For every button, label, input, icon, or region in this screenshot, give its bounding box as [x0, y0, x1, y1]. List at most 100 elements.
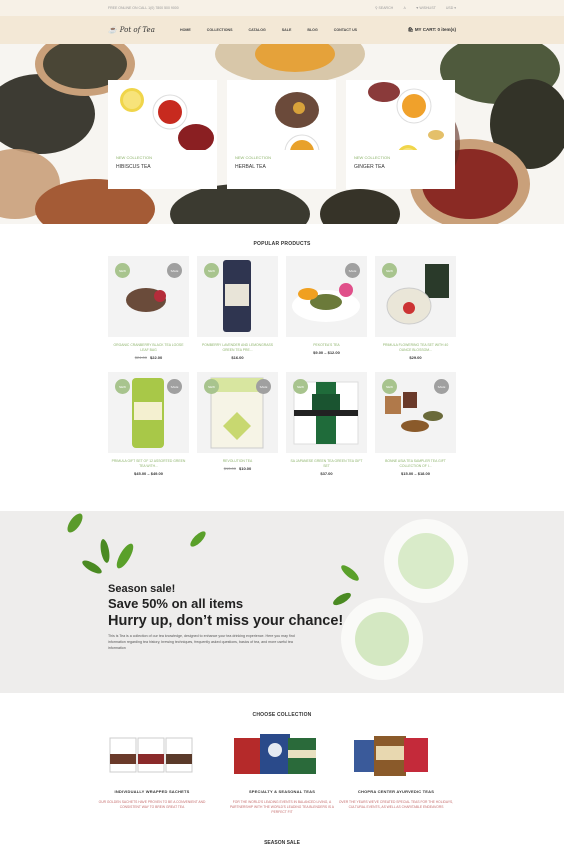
product-price: $15.00 – $18.00	[401, 471, 430, 476]
collection-description: FOR THE WORLD'S LEADING EVENTS IN BALANC…	[229, 800, 335, 814]
product-image[interactable]: NEW SALE	[108, 372, 189, 453]
promo-headline: Save 50% on all items	[108, 596, 244, 611]
product-image[interactable]: NEW	[286, 372, 367, 453]
product-name[interactable]: SA JAPANESE GREEN TEA GREEN TEA GIFT SET	[286, 459, 367, 469]
collection-name: SPECIALTY & SEASONAL TEAS	[248, 789, 316, 794]
product-image[interactable]: NEW	[375, 256, 456, 337]
new-badge: NEW	[382, 263, 397, 278]
ginger-tea-image	[368, 82, 444, 167]
search-link[interactable]: ⚲ SEARCH	[375, 6, 393, 10]
sale-badge: SALE	[434, 379, 449, 394]
product-image[interactable]: NEW SALE	[197, 372, 278, 453]
ayurvedic-teas-image	[354, 736, 428, 776]
account-icon[interactable]: ♙	[403, 6, 406, 10]
sale-badge: SALE	[256, 379, 271, 394]
sale-badge: SALE	[167, 263, 182, 278]
cart-link[interactable]: 🛍 MY CART: 0 item(s)	[408, 27, 456, 33]
new-badge: NEW	[204, 263, 219, 278]
currency-select[interactable]: USD ▾	[446, 6, 456, 10]
new-badge: NEW	[293, 379, 308, 394]
sale-badge: SALE	[345, 263, 360, 278]
product-name[interactable]: PRIMULA FLOWERING TEA SET WITH 40 OUNCE …	[375, 343, 456, 353]
old-price: $24.00	[134, 355, 147, 360]
category-tag: NEW COLLECTION	[235, 155, 272, 160]
promo-description: This is Tea is a collection of our tea k…	[108, 634, 295, 650]
category-tag: NEW COLLECTION	[354, 155, 391, 160]
teapot-icon: ☕	[108, 26, 117, 34]
category-card-hibiscus[interactable]: NEW COLLECTION HIBISCUS TEA	[108, 80, 217, 189]
top-bar: FREE ONLINE ON CALL 1(0) 7800 500 9000 ⚲…	[0, 0, 564, 16]
collection-name: CHOPRA CENTER AYURVEDIC TEAS	[357, 789, 435, 794]
next-section-title: SEASON SALE	[264, 840, 300, 846]
product-card[interactable]: NEW PRIMULA FLOWERING TEA SET WITH 40 OU…	[375, 256, 456, 372]
category-name: HERBAL TEA	[235, 164, 266, 170]
new-badge: NEW	[115, 379, 130, 394]
product-name[interactable]: PEKOTEA'S TEA	[286, 343, 367, 348]
category-name: HIBISCUS TEA	[116, 164, 151, 170]
nav-sale[interactable]: SALE	[282, 28, 292, 32]
product-price: $45.00 – $49.00	[134, 471, 163, 476]
collections-title: CHOOSE COLLECTION	[252, 712, 312, 718]
collection-description: OUR GOLDEN SACHETS HAVE PROVEN TO BE A C…	[98, 800, 206, 809]
sachets-image	[109, 737, 193, 773]
product-image[interactable]: SALE	[286, 256, 367, 337]
sale-badge: SALE	[167, 379, 182, 394]
product-price: $13.00 $10.00	[223, 466, 252, 471]
popular-products-title: POPULAR PRODUCTS	[253, 241, 311, 247]
nav-catalog[interactable]: CATALOG	[249, 28, 266, 32]
new-badge: NEW	[204, 379, 219, 394]
hero-banner: NEW COLLECTION HIBISCUS TEA NEW COLLECTI…	[0, 44, 564, 224]
top-links: ⚲ SEARCH ♙ ♥ WISHLIST USD ▾	[375, 6, 456, 10]
main-header: ☕ Pot of Tea HOME COLLECTIONS CATALOG SA…	[0, 16, 564, 44]
nav-blog[interactable]: BLOG	[307, 28, 317, 32]
teacups-leaves-decoration	[67, 513, 468, 680]
collection-description: OVER THE YEARS WE'VE CREATED SPECIAL TEA…	[338, 800, 454, 809]
product-card[interactable]: NEW SALE PRIMULA GIFT SET OF 12 ASSORTED…	[108, 372, 189, 488]
new-badge: NEW	[115, 263, 130, 278]
product-name[interactable]: PRIMULA GIFT SET OF 12 ASSORTED GREEN TE…	[108, 459, 189, 469]
site-logo[interactable]: ☕ Pot of Tea	[108, 26, 180, 34]
collection-card-ayurvedic[interactable]: CHOPRA CENTER AYURVEDIC TEAS OVER THE YE…	[336, 732, 456, 810]
category-card-ginger[interactable]: NEW COLLECTION GINGER TEA	[346, 80, 455, 189]
collection-card-specialty[interactable]: SPECIALTY & SEASONAL TEAS FOR THE WORLD'…	[222, 732, 342, 815]
hibiscus-tea-image	[120, 88, 214, 152]
product-card[interactable]: NEW SA JAPANESE GREEN TEA GREEN TEA GIFT…	[286, 372, 367, 488]
product-image[interactable]: NEW SALE	[108, 256, 189, 337]
nav-home[interactable]: HOME	[180, 28, 191, 32]
product-price: $24.00 $22.00	[134, 355, 163, 360]
category-tag: NEW COLLECTION	[116, 155, 153, 160]
collection-card-sachets[interactable]: INDIVIDUALLY WRAPPED SACHETS OUR GOLDEN …	[92, 732, 212, 810]
product-image[interactable]: NEW	[197, 256, 278, 337]
product-price: $16.00	[231, 355, 244, 360]
category-card-herbal[interactable]: NEW COLLECTION HERBAL TEA	[227, 80, 336, 189]
product-card[interactable]: NEW SALE BONNE ASIA TEA SAMPLER TEA GIFT…	[375, 372, 456, 488]
category-name: GINGER TEA	[354, 164, 385, 170]
product-price: $37.00	[320, 471, 333, 476]
main-nav: HOME COLLECTIONS CATALOG SALE BLOG CONTA…	[180, 28, 408, 32]
product-price: $9.00 – $12.00	[313, 350, 340, 355]
product-name[interactable]: ORGANIC CRANBERRY BLACK TEA LOOSE LEAF B…	[108, 343, 189, 353]
category-cards: NEW COLLECTION HIBISCUS TEA NEW COLLECTI…	[108, 80, 455, 189]
specialty-teas-image	[234, 734, 316, 774]
product-card[interactable]: NEW SALE REVOLUTION TEA $13.00 $10.00	[197, 372, 278, 488]
new-badge: NEW	[382, 379, 397, 394]
wishlist-link[interactable]: ♥ WISHLIST	[416, 6, 436, 10]
promo-subheadline: Hurry up, don’t miss your chance!	[108, 613, 344, 629]
nav-collections[interactable]: COLLECTIONS	[207, 28, 233, 32]
collection-name: INDIVIDUALLY WRAPPED SACHETS	[114, 789, 190, 794]
product-price: $29.00	[409, 355, 422, 360]
herbal-tea-image	[275, 92, 320, 170]
product-name[interactable]: REVOLUTION TEA	[197, 459, 278, 464]
product-grid: NEW SALE ORGANIC CRANBERRY BLACK TEA LOO…	[108, 256, 456, 488]
old-price: $13.00	[223, 466, 236, 471]
contact-info: FREE ONLINE ON CALL 1(0) 7800 500 9000	[108, 6, 179, 10]
season-sale-banner: Season sale! Save 50% on all items Hurry…	[0, 511, 564, 693]
product-card[interactable]: NEW POMBERRY LAVENDER AND LEMONGRASS GRE…	[197, 256, 278, 372]
product-name[interactable]: BONNE ASIA TEA SAMPLER TEA GIFT COLLECTI…	[375, 459, 456, 469]
nav-contact[interactable]: CONTACT US	[334, 28, 357, 32]
product-image[interactable]: NEW SALE	[375, 372, 456, 453]
product-name[interactable]: POMBERRY LAVENDER AND LEMONGRASS GREEN T…	[197, 343, 278, 353]
choose-collection-section: CHOOSE COLLECTION INDIVIDUALLY WRAPPED S…	[0, 712, 564, 814]
product-card[interactable]: NEW SALE ORGANIC CRANBERRY BLACK TEA LOO…	[108, 256, 189, 372]
product-card[interactable]: SALE PEKOTEA'S TEA $9.00 – $12.00	[286, 256, 367, 372]
